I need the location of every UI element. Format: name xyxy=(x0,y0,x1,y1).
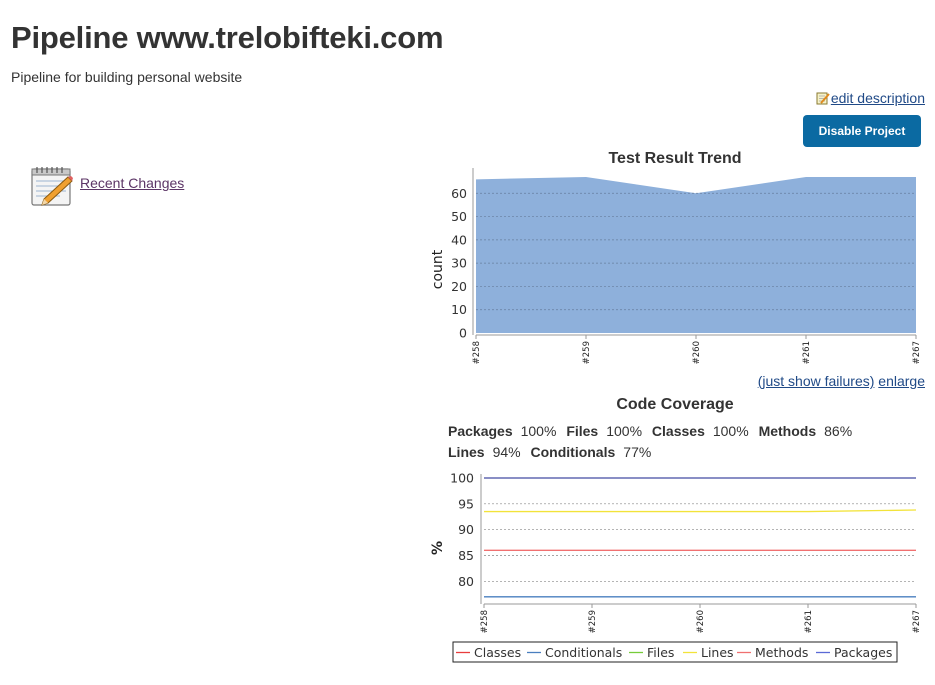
coverage-metric-methods: Methods 86% xyxy=(758,423,853,439)
trend-x-tick-label: #258 xyxy=(472,341,482,364)
legend-label-conditionals: Conditionals xyxy=(545,645,622,660)
coverage-summary: Packages 100% Files 100% Classes 100% Metho… xyxy=(448,421,918,463)
coverage-x-tick-label: #259 xyxy=(588,610,598,633)
trend-x-tick-label: #260 xyxy=(692,341,702,364)
trend-x-tick-label: #259 xyxy=(582,341,592,364)
coverage-metric-lines: Lines 94% xyxy=(448,444,521,460)
disable-project-button[interactable]: Disable Project xyxy=(803,115,921,147)
legend-label-classes: Classes xyxy=(474,645,521,660)
coverage-x-tick-label: #261 xyxy=(804,610,814,633)
coverage-y-axis-label: % xyxy=(430,541,446,555)
coverage-metric-files: Files 100% xyxy=(566,423,643,439)
coverage-y-tick-label: 85 xyxy=(458,548,474,563)
coverage-x-tick-label: #260 xyxy=(696,610,706,633)
legend-label-files: Files xyxy=(647,645,674,660)
trend-y-axis-label: count xyxy=(430,249,446,289)
just-show-failures-link[interactable]: (just show failures) xyxy=(758,373,875,389)
coverage-metric-packages: Packages 100% xyxy=(448,423,557,439)
enlarge-link[interactable]: enlarge xyxy=(878,373,925,389)
page-title: Pipeline www.trelobifteki.com xyxy=(11,20,444,55)
edit-description-label[interactable]: edit description xyxy=(831,90,925,106)
trend-links: (just show failures) enlarge xyxy=(758,373,925,389)
coverage-series-lines xyxy=(484,509,917,513)
coverage-chart-title: Code Coverage xyxy=(616,396,734,413)
coverage-x-tick-label: #267 xyxy=(912,610,922,633)
coverage-y-tick-label: 100 xyxy=(450,471,474,486)
page-description: Pipeline for building personal website xyxy=(11,69,243,85)
legend-label-packages: Packages xyxy=(834,645,892,660)
trend-y-tick-label: 60 xyxy=(451,186,467,201)
notepad-edit-icon xyxy=(816,92,830,105)
trend-y-tick-label: 20 xyxy=(451,279,467,294)
legend-label-methods: Methods xyxy=(755,645,808,660)
trend-y-tick-label: 40 xyxy=(451,232,467,247)
trend-y-tick-label: 30 xyxy=(451,256,467,271)
test-result-trend-chart[interactable]: 0 10 20 30 40 50 60 count #258 #259 #260 #261 #267 xyxy=(0,160,935,380)
coverage-y-tick-label: 95 xyxy=(458,496,474,511)
coverage-metric-conditionals: Conditionals 77% xyxy=(530,444,652,460)
trend-x-tick-label: #267 xyxy=(912,341,922,364)
trend-y-tick-label: 10 xyxy=(451,302,467,317)
legend-label-lines: Lines xyxy=(701,645,734,660)
code-coverage-chart[interactable]: 80 85 90 95 100% #258 #259 #260 #261 #267 Classes C… xyxy=(0,465,935,685)
trend-x-tick-label: #261 xyxy=(802,341,812,364)
edit-description-link[interactable]: edit description xyxy=(816,90,925,106)
coverage-metric-classes: Classes 100% xyxy=(651,423,749,439)
coverage-y-tick-label: 90 xyxy=(458,522,474,537)
trend-y-tick-label: 50 xyxy=(451,209,467,224)
coverage-x-tick-label: #258 xyxy=(480,610,490,633)
trend-y-tick-label: 0 xyxy=(459,326,467,341)
coverage-y-tick-label: 80 xyxy=(458,574,474,589)
